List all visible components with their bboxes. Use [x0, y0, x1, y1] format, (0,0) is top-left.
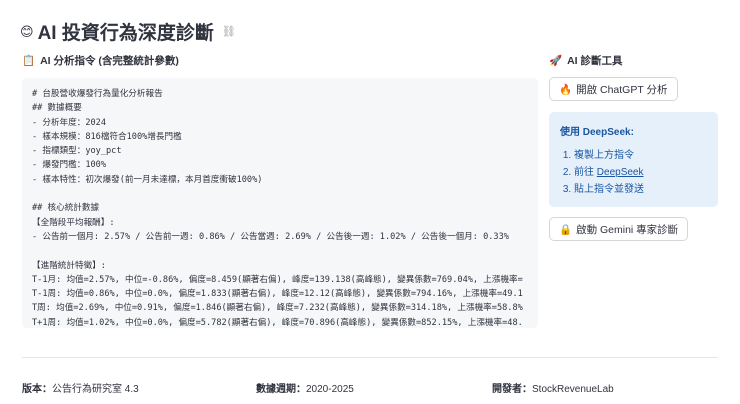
page-title: 😊 AI 投資行為深度診斷 ⛓	[20, 18, 236, 45]
open-chatgpt-label: 開啟 ChatGPT 分析	[576, 83, 668, 96]
code-line: T+1周: 均值=1.02%, 中位=0.0%, 偏度=5.782(顯著右偏),…	[32, 317, 523, 328]
step-1: 複製上方指令	[574, 147, 707, 164]
tools-title: 🚀 AI 診斷工具	[549, 53, 623, 68]
clipboard-icon: 📋	[22, 55, 36, 67]
prompt-section-label: AI 分析指令 (含完整統計參數)	[40, 55, 179, 67]
code-line: T周: 均值=2.69%, 中位=0.91%, 偏度=1.846(顯著右偏), …	[32, 303, 523, 314]
footer-divider	[22, 357, 718, 358]
developer-value: StockRevenueLab	[532, 384, 614, 395]
step-2-text: 前往	[574, 167, 597, 178]
code-line: # 台股營收爆發行為量化分析報告	[32, 89, 163, 99]
code-line: T-1周: 均值=0.86%, 中位=0.0%, 偏度=1.833(顯著右偏),…	[32, 289, 523, 300]
tools-title-label: AI 診斷工具	[567, 55, 623, 67]
fire-icon: 🔥	[559, 83, 573, 96]
code-line: - 樣本特性：初次爆發(前一月未達標，本月首度衝破100%)	[32, 174, 263, 185]
page-title-text: AI 投資行為深度診斷	[37, 23, 214, 44]
rocket-icon: 🚀	[549, 55, 563, 67]
prompt-code-block[interactable]: # 台股營收爆發行為量化分析報告 ## 數據概要 - 分析年度：2024 - 樣本規模…	[22, 78, 538, 328]
code-line: ## 核心統計數據	[32, 203, 100, 214]
deepseek-link[interactable]: DeepSeek	[597, 167, 644, 178]
code-line: ## 數據概要	[32, 103, 82, 114]
code-line: - 爆發門檻：100%	[32, 160, 107, 171]
footer-period: 數據週期：2020-2025	[256, 380, 354, 395]
footer-developer: 開發者：StockRevenueLab	[492, 380, 614, 395]
code-line: - 樣本規模：816檔符合100%增長門檻	[32, 131, 182, 142]
step-2: 前往 DeepSeek	[574, 164, 707, 181]
open-chatgpt-button[interactable]: 🔥 開啟 ChatGPT 分析	[549, 77, 678, 101]
code-line: T-1月: 均值=2.57%, 中位=-0.86%, 偏度=8.459(顯著右偏…	[32, 274, 523, 285]
deepseek-instructions: 使用 DeepSeek: 複製上方指令 前往 DeepSeek 貼上指令並發送	[549, 112, 718, 207]
version-value: 公告行為研究室 4.3	[52, 384, 139, 395]
step-3: 貼上指令並發送	[574, 181, 707, 198]
developer-label: 開發者：	[492, 384, 532, 395]
launch-gemini-label: 啟動 Gemini 專家診斷	[576, 223, 679, 236]
deepseek-heading: 使用 DeepSeek:	[560, 127, 634, 138]
code-line: 【全階段平均報酬】:	[32, 217, 115, 228]
lock-icon: 🔒	[559, 223, 573, 236]
footer-version: 版本：公告行為研究室 4.3	[22, 380, 139, 395]
period-value: 2020-2025	[306, 384, 354, 395]
link-icon[interactable]: ⛓	[222, 25, 236, 38]
prompt-section-title: 📋 AI 分析指令 (含完整統計參數)	[22, 53, 179, 68]
period-label: 數據週期：	[256, 384, 306, 395]
code-line: - 分析年度：2024	[32, 117, 107, 128]
code-line: 【進階統計特徵】:	[32, 260, 106, 271]
launch-gemini-button[interactable]: 🔒 啟動 Gemini 專家診斷	[549, 217, 689, 241]
code-line: - 指標類型：yoy_pct	[32, 146, 122, 157]
smile-icon: 😊	[20, 23, 34, 39]
version-label: 版本：	[22, 384, 52, 395]
code-line: - 公告前一個月: 2.57% / 公告前一週: 0.86% / 公告當週: 2…	[32, 231, 509, 242]
